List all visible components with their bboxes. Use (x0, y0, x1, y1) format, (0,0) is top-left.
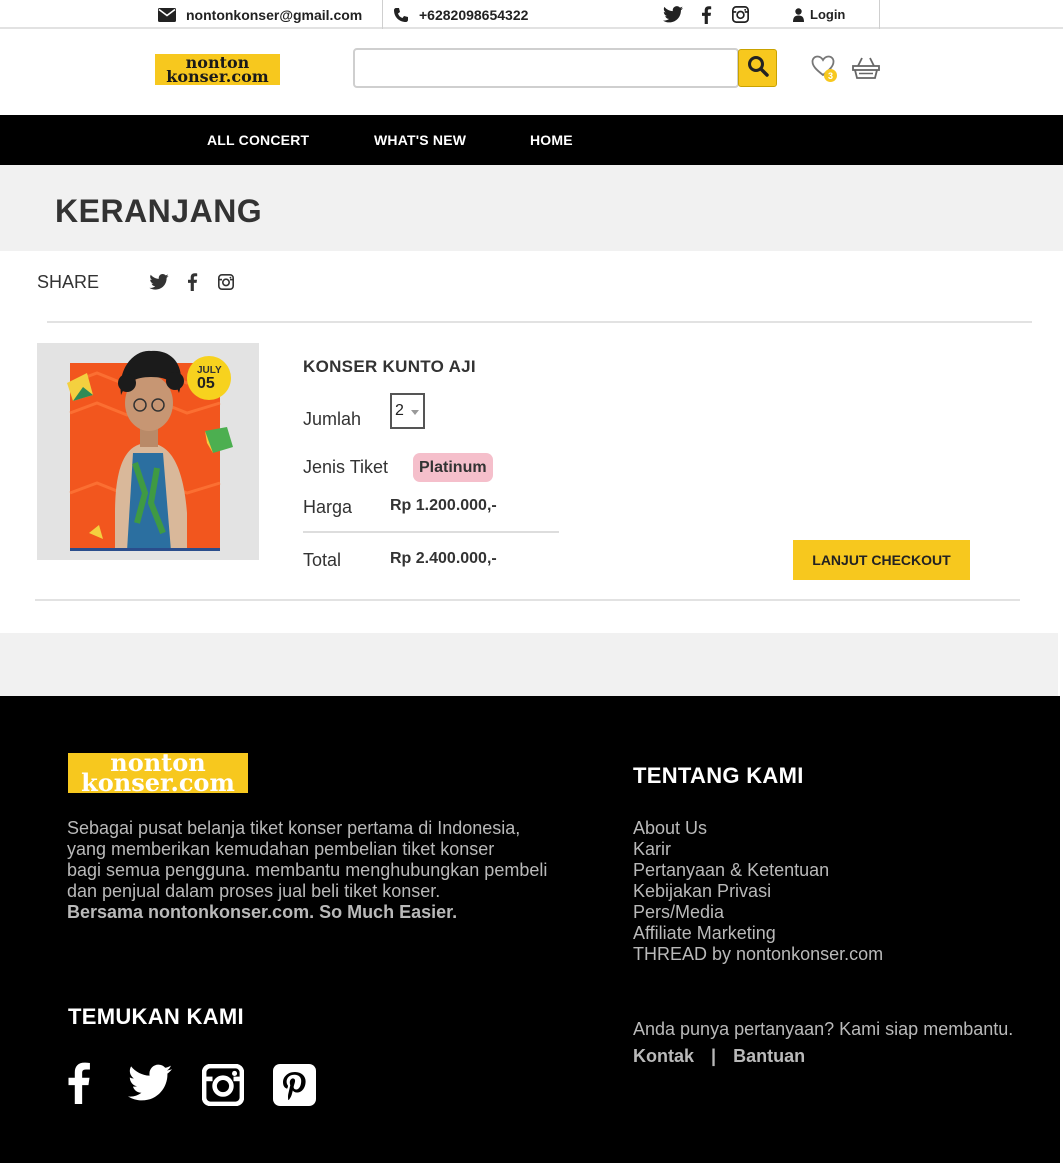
envelope-icon (158, 7, 176, 22)
price-value: Rp 1.200.000,- (390, 497, 497, 514)
facebook-icon[interactable] (187, 273, 198, 296)
nav-home[interactable]: HOME (530, 115, 573, 165)
logo-text-line2: konser.com (166, 66, 269, 86)
email-text: nontonkonser@gmail.com (186, 6, 363, 23)
footer-link-privacy[interactable]: Kebijakan Privasi (633, 881, 883, 902)
facebook-icon[interactable] (66, 1062, 92, 1109)
phone-icon (393, 7, 409, 23)
footer-description: Sebagai pusat belanja tiket konser perta… (67, 818, 567, 923)
price-label: Harga (303, 497, 353, 517)
logo-text-line2: konser.com (81, 768, 235, 797)
divider (879, 0, 880, 29)
footer-link-press[interactable]: Pers/Media (633, 902, 883, 923)
total-label: Total (303, 550, 342, 570)
find-us-heading: TEMUKAN KAMI (68, 1004, 244, 1029)
ticket-type-badge: Platinum (413, 453, 493, 482)
divider (35, 599, 1020, 601)
divider (303, 531, 559, 533)
divider (47, 321, 1032, 323)
search-icon (747, 55, 769, 82)
nav-all-concert[interactable]: ALL CONCERT (207, 115, 309, 165)
concert-poster-image[interactable]: JULY 05 (37, 343, 259, 560)
footer: nonton konser.com Sebagai pusat belanja … (0, 696, 1060, 1163)
contact-email[interactable]: nontonkonser@gmail.com (158, 0, 362, 29)
instagram-icon[interactable] (201, 1063, 245, 1111)
tagline: Bersama nontonkonser.com. So Much Easier… (67, 902, 458, 922)
wishlist-button[interactable]: 3 (811, 55, 839, 83)
wishlist-count-badge: 3 (824, 69, 837, 82)
contact-phone[interactable]: +6282098654322 (393, 0, 528, 29)
top-bar: nontonkonser@gmail.com +6282098654322 Lo… (0, 0, 1063, 29)
instagram-icon[interactable] (732, 0, 749, 29)
pinterest-icon[interactable] (273, 1064, 316, 1111)
share-label: SHARE (37, 272, 100, 292)
nav-whats-new[interactable]: WHAT'S NEW (374, 115, 466, 165)
desc-line: dan penjual dalam proses jual beli tiket… (67, 881, 441, 901)
header: nonton konser.com 3 (0, 31, 1063, 115)
divider (382, 0, 383, 29)
desc-line: Sebagai pusat belanja tiket konser perta… (67, 818, 521, 838)
instagram-icon[interactable] (218, 274, 234, 295)
about-heading: TENTANG KAMI (633, 763, 804, 788)
quantity-select[interactable]: 2 (390, 393, 425, 429)
help-links: Kontak | Bantuan (633, 1046, 805, 1067)
footer-link-about-us[interactable]: About Us (633, 818, 883, 839)
desc-line: bagi semua pengguna. membantu menghubung… (67, 860, 548, 880)
checkout-button[interactable]: LANJUT CHECKOUT (793, 540, 970, 580)
user-icon (793, 7, 804, 22)
twitter-icon[interactable] (663, 0, 683, 29)
basket-icon[interactable] (852, 56, 880, 85)
login-link[interactable]: Login (793, 0, 845, 29)
page-title-band: KERANJANG (0, 165, 1063, 251)
quantity-value: 2 (395, 402, 404, 419)
about-links: About Us Karir Pertanyaan & Ketentuan Ke… (633, 818, 883, 965)
footer-link-affiliate[interactable]: Affiliate Marketing (633, 923, 883, 944)
footer-link-karir[interactable]: Karir (633, 839, 883, 860)
total-value: Rp 2.400.000,- (390, 550, 497, 567)
main-nav: ALL CONCERT WHAT'S NEW HOME (0, 115, 1063, 165)
page-title: KERANJANG (55, 193, 263, 229)
search-input[interactable] (353, 48, 739, 88)
concert-name: KONSER KUNTO AJI (303, 357, 476, 376)
separator: | (711, 1046, 717, 1066)
footer-link-terms[interactable]: Pertanyaan & Ketentuan (633, 860, 883, 881)
footer-logo[interactable]: nonton konser.com (68, 751, 248, 797)
desc-line: yang memberikan kemudahan pembelian tike… (67, 839, 495, 859)
poster-date-day: 05 (197, 375, 215, 392)
phone-text: +6282098654322 (419, 6, 529, 23)
help-link[interactable]: Bantuan (733, 1046, 805, 1066)
spacer-band (0, 633, 1058, 696)
site-logo[interactable]: nonton konser.com (155, 54, 280, 85)
facebook-icon[interactable] (701, 0, 712, 29)
chevron-down-icon (411, 410, 419, 415)
twitter-icon[interactable] (149, 274, 169, 295)
qty-label: Jumlah (303, 409, 362, 429)
footer-link-thread[interactable]: THREAD by nontonkonser.com (633, 944, 883, 965)
twitter-icon[interactable] (128, 1064, 172, 1107)
help-question: Anda punya pertanyaan? Kami siap membant… (633, 1019, 1014, 1039)
ticket-type-label: Jenis Tiket (303, 457, 389, 477)
search-button[interactable] (738, 49, 777, 87)
login-label: Login (810, 7, 846, 22)
contact-link[interactable]: Kontak (633, 1046, 694, 1066)
